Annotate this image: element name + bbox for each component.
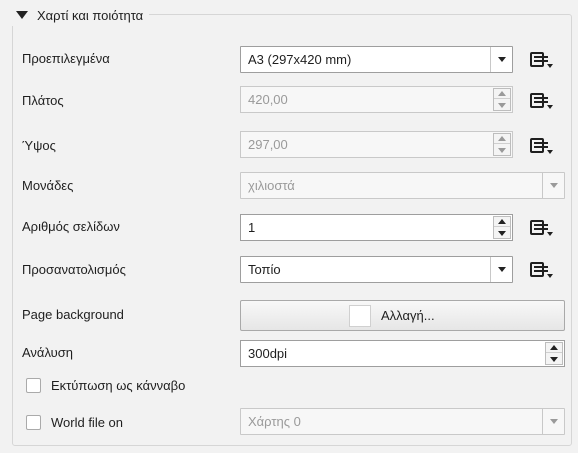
spin-down-icon[interactable]: [494, 100, 510, 110]
data-defined-override-icon: [530, 52, 553, 68]
paper-quality-panel: Χαρτί και ποιότητα Προεπιλεγμένα A3 (297…: [0, 0, 578, 453]
chevron-down-icon[interactable]: [490, 257, 512, 282]
spin-up-icon[interactable]: [494, 217, 510, 227]
world-file-checkbox[interactable]: World file on: [26, 412, 123, 432]
spin-up-icon[interactable]: [546, 343, 562, 353]
units-combo[interactable]: χιλιοστά: [240, 172, 565, 199]
chevron-down-icon[interactable]: [542, 409, 564, 434]
background-color-swatch: [349, 305, 371, 327]
print-as-raster-label: Εκτύπωση ως κάνναβο: [51, 377, 186, 393]
presets-combo[interactable]: A3 (297x420 mm): [240, 46, 513, 73]
units-label: Μονάδες: [22, 178, 74, 193]
presets-label: Προεπιλεγμένα: [22, 51, 110, 66]
orientation-data-defined-button[interactable]: [524, 257, 558, 283]
change-background-button[interactable]: Αλλαγή...: [240, 300, 565, 331]
pages-label: Αριθμός σελίδων: [22, 219, 120, 234]
height-value: 297,00: [248, 137, 288, 152]
checkbox-box[interactable]: [26, 414, 41, 430]
presets-data-defined-button[interactable]: [524, 47, 558, 73]
height-spinbox[interactable]: 297,00: [240, 131, 513, 158]
presets-value: A3 (297x420 mm): [248, 52, 352, 67]
units-value: χιλιοστά: [248, 178, 295, 193]
data-defined-override-icon: [530, 93, 553, 109]
spin-down-icon[interactable]: [494, 145, 510, 155]
spin-up-icon[interactable]: [494, 134, 510, 144]
resolution-value: 300dpi: [248, 346, 288, 361]
spin-up-icon[interactable]: [494, 89, 510, 99]
spin-buttons: [493, 216, 511, 239]
width-label: Πλάτος: [22, 93, 64, 108]
spin-buttons: [493, 133, 511, 156]
data-defined-override-icon: [530, 262, 553, 278]
data-defined-override-icon: [530, 138, 553, 154]
orientation-label: Προσανατολισμός: [22, 262, 126, 277]
chevron-down-icon[interactable]: [490, 47, 512, 72]
resolution-label: Ανάλυση: [22, 345, 74, 360]
pages-value: 1: [248, 220, 256, 235]
height-label: Ύψος: [22, 138, 56, 153]
orientation-value: Τοπίο: [248, 262, 281, 277]
pages-data-defined-button[interactable]: [524, 215, 558, 241]
checkbox-box[interactable]: [26, 377, 41, 393]
collapse-triangle-icon[interactable]: [16, 11, 28, 19]
spin-buttons: [545, 342, 563, 365]
group-header[interactable]: Χαρτί και ποιότητα: [12, 4, 150, 26]
print-as-raster-checkbox[interactable]: Εκτύπωση ως κάνναβο: [26, 375, 185, 395]
spin-buttons: [493, 88, 511, 111]
height-data-defined-button[interactable]: [524, 133, 558, 159]
group-title: Χαρτί και ποιότητα: [37, 7, 144, 23]
world-file-label: World file on: [51, 414, 124, 430]
spin-down-icon[interactable]: [494, 228, 510, 238]
world-file-map-value: Χάρτης 0: [248, 414, 301, 429]
data-defined-override-icon: [530, 220, 553, 236]
spin-down-icon[interactable]: [546, 354, 562, 364]
page-background-label: Page background: [22, 307, 124, 322]
width-value: 420,00: [248, 92, 288, 107]
pages-spinbox[interactable]: 1: [240, 214, 513, 241]
width-data-defined-button[interactable]: [524, 88, 558, 114]
chevron-down-icon[interactable]: [542, 173, 564, 198]
resolution-spinbox[interactable]: 300dpi: [240, 340, 565, 367]
width-spinbox[interactable]: 420,00: [240, 86, 513, 113]
change-button-label: Αλλαγή...: [381, 308, 435, 323]
orientation-combo[interactable]: Τοπίο: [240, 256, 513, 283]
world-file-map-combo[interactable]: Χάρτης 0: [240, 408, 565, 435]
